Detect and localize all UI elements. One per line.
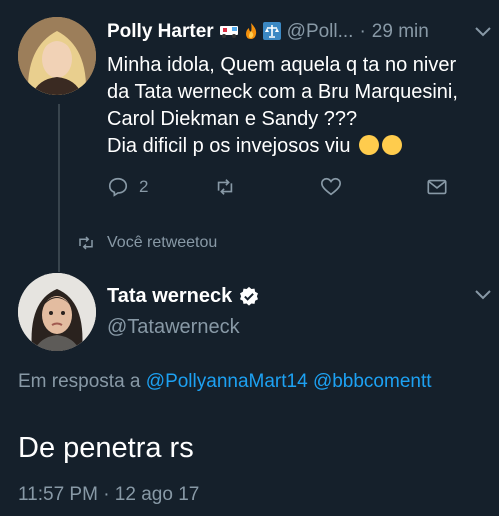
- text-line: Minha idola, Quem aquela q ta no niver: [107, 54, 457, 76]
- reply-icon[interactable]: [107, 176, 129, 198]
- text-line: Carol Diekman e Sandy ???: [107, 108, 358, 130]
- reply-count: 2: [139, 177, 149, 196]
- tweet1-text: Minha idola, Quem aquela q ta no niver d…: [107, 52, 492, 160]
- avatar-polly[interactable]: [18, 17, 96, 95]
- author-handle[interactable]: @Tatawerneck: [107, 316, 240, 339]
- tweet1-header: Polly Harter @Poll... · 29 min: [107, 21, 429, 43]
- mention-link[interactable]: @PollyannaMart14: [146, 371, 308, 392]
- ambulance-icon: [219, 24, 239, 41]
- chevron-down-icon[interactable]: [473, 288, 493, 302]
- author-name[interactable]: Tata werneck: [107, 285, 232, 308]
- retweet-context: Você retweetou: [77, 234, 217, 252]
- laughing-face-icon: [382, 135, 402, 155]
- reply-prefix: Em resposta a: [18, 371, 141, 392]
- text-line: da Tata werneck com a Bru Marquesini,: [107, 81, 458, 103]
- author-name[interactable]: Polly Harter: [107, 21, 214, 43]
- text-line-last: Dia dificil p os invejosos viu: [107, 133, 492, 160]
- envelope-icon[interactable]: [426, 176, 448, 198]
- laughing-face-icon: [359, 135, 379, 155]
- retweet-icon[interactable]: [214, 176, 236, 198]
- author-handle[interactable]: @Poll...: [287, 21, 354, 43]
- like-action[interactable]: [320, 176, 342, 198]
- retweet-icon: [79, 236, 93, 250]
- tweet2-text: De penetra rs: [18, 432, 194, 464]
- tweet2-author: Tata werneck: [107, 285, 260, 308]
- fire-icon: [244, 22, 258, 43]
- tweet1-actions: 2: [0, 176, 499, 200]
- chevron-down-icon[interactable]: [473, 25, 493, 39]
- tweet-time[interactable]: 29 min: [372, 21, 429, 43]
- message-action[interactable]: [426, 176, 448, 198]
- avatar-tata[interactable]: [18, 273, 96, 351]
- retweet-action[interactable]: [214, 176, 236, 198]
- dot-separator: ·: [359, 21, 366, 42]
- verified-badge-icon: [240, 286, 259, 306]
- retweet-label[interactable]: Você retweetou: [107, 234, 217, 252]
- mention-link[interactable]: @bbbcomentt: [313, 371, 432, 392]
- tweet-timestamp[interactable]: 11:57 PM · 12 ago 17: [18, 484, 199, 506]
- reply-context: Em resposta a @PollyannaMart14 @bbbcomen…: [18, 371, 432, 393]
- text-line: Dia dificil p os invejosos viu: [107, 135, 351, 157]
- reply-action[interactable]: 2: [107, 176, 148, 198]
- balance-scale-icon: [262, 21, 281, 43]
- heart-icon[interactable]: [320, 176, 342, 198]
